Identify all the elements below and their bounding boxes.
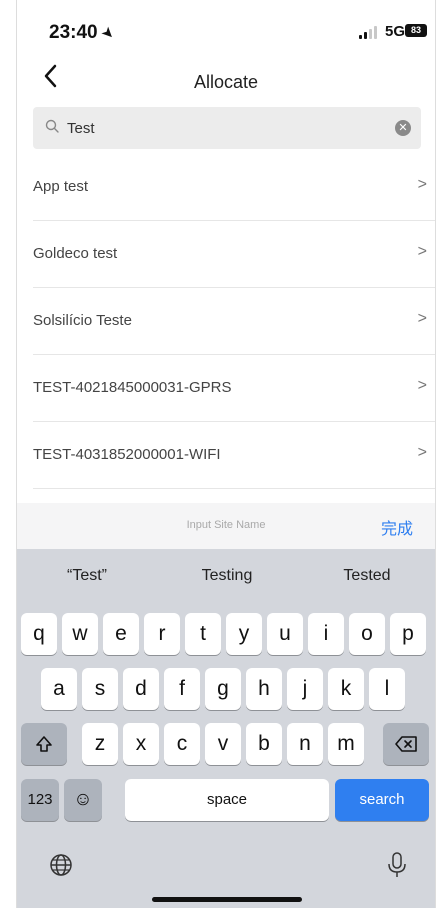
- clear-search-button[interactable]: ✕: [395, 120, 411, 136]
- key-s[interactable]: s: [82, 668, 118, 710]
- signal-icon: [359, 26, 377, 39]
- shift-icon: [36, 736, 52, 752]
- key-c[interactable]: c: [164, 723, 200, 765]
- emoji-key[interactable]: ☺: [64, 779, 102, 821]
- numbers-key[interactable]: 123: [21, 779, 59, 821]
- chevron-right-icon: >: [417, 310, 427, 327]
- key-j[interactable]: j: [287, 668, 323, 710]
- keyboard: Input Site Name 完成 “Test” Testing Tested…: [17, 503, 435, 908]
- chevron-right-icon: >: [417, 176, 427, 193]
- close-icon: ✕: [398, 122, 408, 134]
- suggestion-1[interactable]: “Test”: [17, 567, 157, 585]
- list-item[interactable]: Goldeco test >: [33, 221, 435, 288]
- nav-bar: Allocate: [17, 60, 435, 104]
- key-p[interactable]: p: [390, 613, 426, 655]
- list-item-label: TEST-4031852000001-WIFI: [33, 446, 221, 463]
- microphone-icon[interactable]: [387, 851, 407, 885]
- globe-icon[interactable]: [49, 853, 73, 883]
- key-m[interactable]: m: [328, 723, 364, 765]
- key-r[interactable]: r: [144, 613, 180, 655]
- key-l[interactable]: l: [369, 668, 405, 710]
- battery-icon: 83: [405, 24, 427, 37]
- key-b[interactable]: b: [246, 723, 282, 765]
- key-k[interactable]: k: [328, 668, 364, 710]
- phone-screen: 23:40➤ 5G 83 Allocate ✕ App test > Golde…: [16, 0, 436, 908]
- search-icon: [45, 119, 59, 133]
- shift-key[interactable]: [21, 723, 67, 765]
- keyboard-accessory-bar: Input Site Name 完成: [17, 503, 435, 549]
- key-g[interactable]: g: [205, 668, 241, 710]
- chevron-right-icon: >: [417, 444, 427, 461]
- list-item[interactable]: App test >: [33, 154, 435, 221]
- search-bar[interactable]: ✕: [33, 107, 421, 149]
- key-d[interactable]: d: [123, 668, 159, 710]
- key-a[interactable]: a: [41, 668, 77, 710]
- key-h[interactable]: h: [246, 668, 282, 710]
- space-key[interactable]: space: [125, 779, 329, 821]
- list-item-label: App test: [33, 178, 89, 195]
- delete-key[interactable]: [383, 723, 429, 765]
- suggestion-bar: “Test” Testing Tested: [17, 549, 435, 605]
- list-item[interactable]: TEST-4031852000001-WIFI >: [33, 422, 435, 489]
- key-o[interactable]: o: [349, 613, 385, 655]
- key-y[interactable]: y: [226, 613, 262, 655]
- key-f[interactable]: f: [164, 668, 200, 710]
- network-type: 5G: [384, 23, 405, 40]
- key-t[interactable]: t: [185, 613, 221, 655]
- key-u[interactable]: u: [267, 613, 303, 655]
- emoji-icon: ☺: [73, 789, 93, 810]
- status-time: 23:40➤: [49, 22, 119, 44]
- backspace-icon: [395, 736, 417, 752]
- location-arrow-icon: ➤: [97, 22, 119, 44]
- key-v[interactable]: v: [205, 723, 241, 765]
- done-button[interactable]: 完成: [381, 515, 413, 539]
- suggestion-2[interactable]: Testing: [157, 567, 297, 585]
- key-n[interactable]: n: [287, 723, 323, 765]
- key-z[interactable]: z: [82, 723, 118, 765]
- suggestion-3[interactable]: Tested: [297, 567, 435, 585]
- chevron-right-icon: >: [417, 243, 427, 260]
- list-item-label: Goldeco test: [33, 245, 118, 262]
- list-item-label: Solsilício Teste: [33, 312, 132, 329]
- site-name-placeholder: Input Site Name: [186, 519, 266, 531]
- key-e[interactable]: e: [103, 613, 139, 655]
- list-item[interactable]: Solsilício Teste >: [33, 288, 435, 355]
- page-title: Allocate: [193, 72, 259, 92]
- key-w[interactable]: w: [62, 613, 98, 655]
- chevron-right-icon: >: [417, 377, 427, 394]
- search-key[interactable]: search: [335, 779, 429, 821]
- key-i[interactable]: i: [308, 613, 344, 655]
- list-item-label: TEST-4021845000031-GPRS: [33, 379, 232, 396]
- key-q[interactable]: q: [21, 613, 57, 655]
- status-bar: 23:40➤ 5G 83: [17, 0, 435, 60]
- home-indicator: [152, 897, 302, 902]
- site-list: App test > Goldeco test > Solsilício Tes…: [17, 154, 435, 489]
- list-item[interactable]: TEST-4021845000031-GPRS >: [33, 355, 435, 422]
- key-x[interactable]: x: [123, 723, 159, 765]
- search-input[interactable]: [67, 107, 387, 149]
